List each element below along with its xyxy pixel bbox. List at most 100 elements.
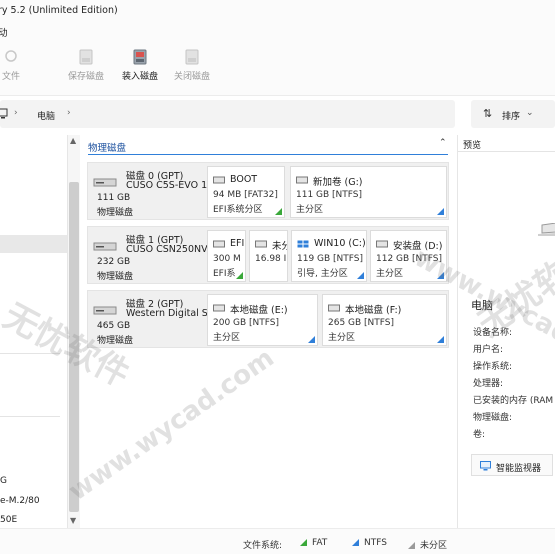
open-file-label: 文件	[1, 72, 20, 82]
chevron-down-icon: ⌄	[526, 108, 534, 118]
disk-size: 465 GB	[97, 321, 131, 331]
partition-size: 119 GB [NTFS]	[297, 254, 364, 264]
laptop-icon	[538, 223, 555, 236]
ntfs-swatch-icon	[352, 539, 359, 546]
smart-monitor-label: 智能监视器	[496, 464, 542, 474]
partition-type: 主分区	[376, 269, 404, 279]
disk-info: 磁盘 1 (GPT) CUSO CSN250NVM 232 GB 物理磁盘	[92, 230, 210, 282]
load-disk-label: 装入磁盘	[121, 72, 158, 82]
disk-row-0[interactable]: 磁盘 0 (GPT) CUSO C5S-EVO 12 111 GB 物理磁盘 B…	[87, 162, 449, 220]
partition-size: 200 GB [NTFS]	[213, 318, 280, 328]
monitor-icon	[480, 461, 491, 471]
legend-unallocated-label: 未分区	[420, 541, 448, 551]
close-disk-button[interactable]: 关闭磁盘	[167, 46, 217, 92]
ntfs-marker-icon	[357, 272, 364, 279]
partition-type: EFI系统分区	[213, 205, 263, 215]
partition-unallocated[interactable]: 未分 16.98 I	[249, 230, 288, 282]
tree-item[interactable]: e-M.2/80	[0, 496, 40, 506]
partition-d[interactable]: 安装盘 (D:) 112 GB [NTFS] 主分区	[370, 230, 447, 282]
breadcrumb-chevron-icon[interactable]: ›	[67, 108, 71, 118]
breadcrumb-separator-icon: ›	[14, 108, 18, 118]
partition-type: 引导, 主分区	[297, 269, 348, 279]
os-label: 操作系统:	[473, 362, 513, 372]
partition-drive-icon	[376, 240, 388, 248]
partition-type: 主分区	[213, 333, 241, 343]
partition-efi[interactable]: EFI 300 M EFI系	[207, 230, 246, 282]
tree-selected-item[interactable]	[0, 235, 67, 253]
partition-g[interactable]: 新加卷 (G:) 111 GB [NTFS] 主分区	[290, 166, 447, 218]
disk-kind: 物理磁盘	[97, 208, 134, 218]
filesystem-legend-label: 文件系统:	[243, 541, 283, 551]
ntfs-marker-icon	[308, 336, 315, 343]
tree-item[interactable]: G	[0, 476, 7, 486]
preview-pane: 预览 电脑 设备名称: 用户名: 操作系统: 处理器: 已安装的内存 (RAM …	[457, 135, 555, 528]
partition-e[interactable]: 本地磁盘 (E:) 200 GB [NTFS] 主分区	[207, 294, 318, 346]
user-name-label: 用户名:	[473, 345, 504, 355]
partition-drive-icon	[213, 176, 225, 184]
ram-label: 已安装的内存 (RAM	[473, 396, 554, 406]
processor-label: 处理器:	[473, 379, 504, 389]
disk-info: 磁盘 0 (GPT) CUSO C5S-EVO 12 111 GB 物理磁盘	[92, 166, 210, 218]
tree-item[interactable]: 50E	[0, 515, 17, 525]
fat-marker-icon	[236, 272, 243, 279]
close-disk-icon	[185, 49, 199, 65]
left-scroll-thumb[interactable]	[69, 182, 79, 512]
menu-item-action[interactable]: 动	[0, 25, 8, 39]
disk-row-2[interactable]: 磁盘 2 (GPT) Western Digital SN 465 GB 物理磁…	[87, 290, 449, 348]
partition-size: 112 GB [NTFS]	[376, 254, 443, 264]
ntfs-marker-icon	[437, 208, 444, 215]
partition-drive-icon	[296, 176, 308, 184]
partition-f[interactable]: 本地磁盘 (F:) 265 GB [NTFS] 主分区	[322, 294, 447, 346]
partition-name: 本地磁盘 (E:)	[230, 305, 288, 316]
computer-icon	[0, 108, 8, 119]
legend-ntfs-label: NTFS	[364, 538, 387, 548]
disk-info: 磁盘 2 (GPT) Western Digital SN 465 GB 物理磁…	[92, 294, 210, 346]
partition-type: 主分区	[296, 205, 324, 215]
partition-name: WIN10 (C:)	[314, 238, 366, 249]
ntfs-marker-icon	[437, 272, 444, 279]
address-bar[interactable]: › 电脑 ›	[0, 100, 455, 128]
status-bar: 文件系统: FAT NTFS 未分区	[0, 528, 555, 554]
sort-label: 排序	[502, 112, 521, 122]
disk-row-1[interactable]: 磁盘 1 (GPT) CUSO CSN250NVM 232 GB 物理磁盘 EF…	[87, 226, 449, 284]
open-file-button[interactable]: 文件	[0, 46, 36, 92]
ntfs-marker-icon	[437, 336, 444, 343]
open-icon	[5, 50, 17, 62]
disk-size: 111 GB	[97, 193, 131, 203]
sort-button[interactable]: ⇅ 排序 ⌄	[471, 100, 555, 128]
partition-drive-icon	[328, 304, 340, 312]
save-disk-button[interactable]: 保存磁盘	[61, 46, 111, 92]
preview-computer-name: 电脑	[471, 299, 493, 312]
physical-disks-header: 物理磁盘	[88, 143, 127, 154]
breadcrumb-computer[interactable]: 电脑	[37, 109, 55, 122]
preview-divider	[458, 151, 555, 152]
save-disk-icon	[79, 49, 93, 65]
partition-name: 安装盘 (D:)	[393, 241, 443, 252]
hard-drive-icon	[93, 242, 117, 251]
legend-fat: FAT	[300, 538, 327, 548]
partition-type: 主分区	[328, 333, 356, 343]
preview-title: 预览	[463, 141, 482, 151]
partition-boot[interactable]: BOOT 94 MB [FAT32] EFI系统分区	[207, 166, 285, 218]
left-tree-pane: G e-M.2/80 50E	[0, 135, 68, 528]
partition-c[interactable]: WIN10 (C:) 119 GB [NTFS] 引导, 主分区	[291, 230, 367, 282]
scroll-up-icon[interactable]: ▲	[70, 136, 76, 145]
unallocated-swatch-icon	[408, 542, 415, 549]
disk-model: Western Digital SN	[126, 308, 210, 319]
physical-disks-label: 物理磁盘:	[473, 413, 513, 423]
legend-unallocated: 未分区	[408, 538, 447, 551]
sort-icon: ⇅	[483, 107, 493, 120]
disk-model: CUSO CSN250NVM	[126, 244, 210, 255]
collapse-icon[interactable]: ⌃	[439, 138, 447, 148]
tree-divider	[0, 416, 60, 417]
smart-monitor-button[interactable]: 智能监视器	[471, 454, 553, 476]
partition-size: 265 GB [NTFS]	[328, 318, 395, 328]
hard-drive-icon	[93, 306, 117, 315]
partition-name: BOOT	[230, 174, 258, 185]
load-disk-button[interactable]: 装入磁盘	[115, 46, 165, 92]
disk-map-pane: 物理磁盘 ⌃ 磁盘 0 (GPT) CUSO C5S-EVO 12 111 GB…	[84, 135, 452, 528]
toolbar: 文件 保存磁盘 装入磁盘 关闭磁盘	[0, 40, 555, 96]
partition-size: 16.98 I	[255, 254, 287, 264]
tree-divider	[0, 353, 60, 354]
scroll-down-icon[interactable]: ▼	[70, 516, 76, 525]
